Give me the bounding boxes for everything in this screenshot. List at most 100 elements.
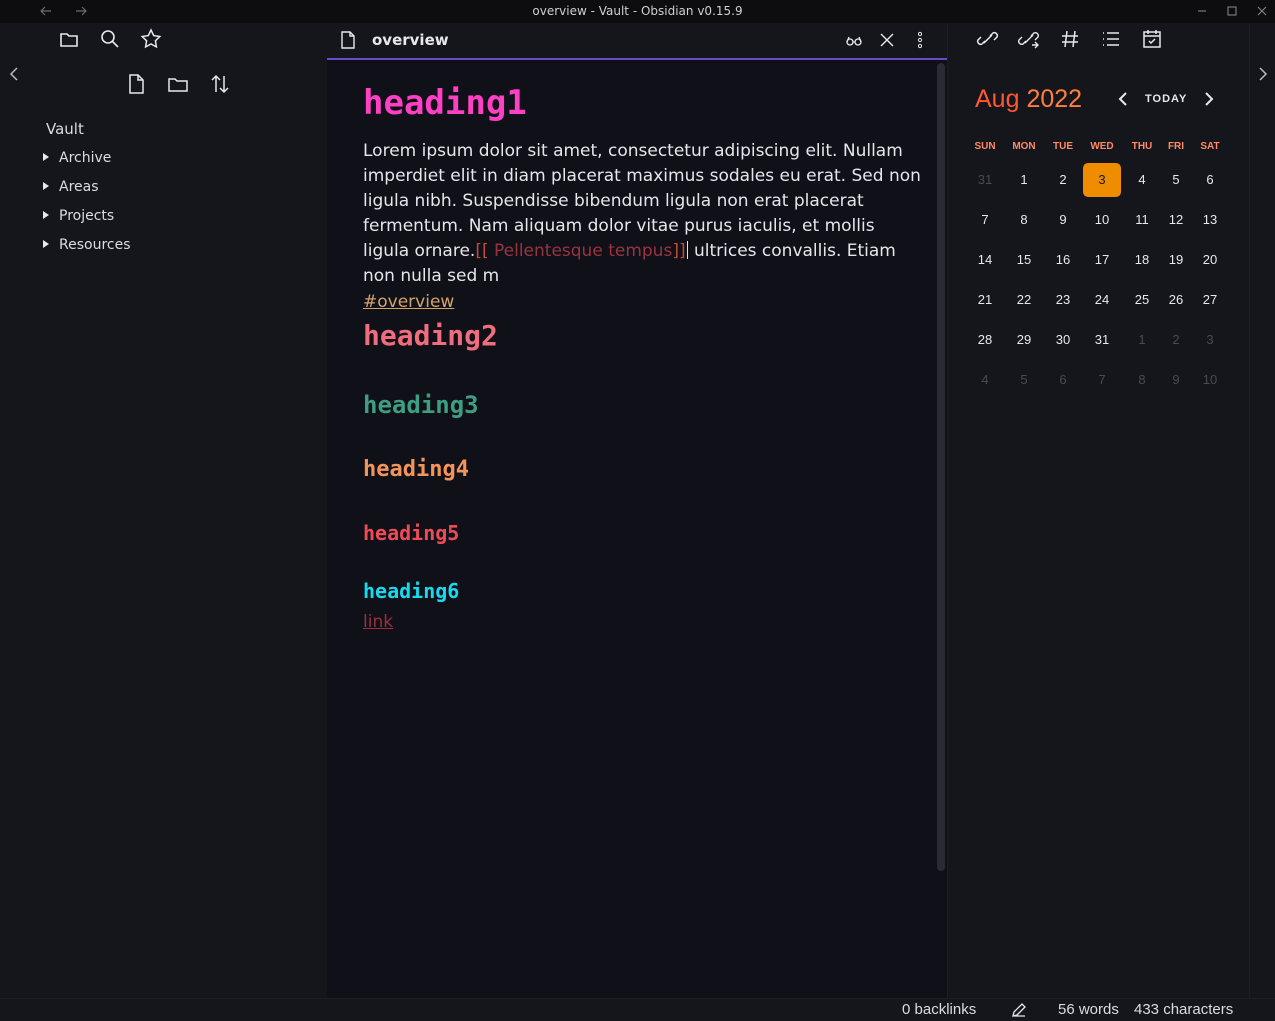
weekday-header: SAT (1200, 141, 1220, 152)
heading-4: heading4 (363, 457, 469, 482)
calendar-day[interactable]: 8 (1123, 363, 1161, 397)
calendar-day[interactable]: 15 (1005, 243, 1043, 277)
paragraph[interactable]: Lorem ipsum dolor sit amet, consectetur … (363, 139, 923, 289)
folder-label: Archive (59, 150, 112, 166)
calendar-day[interactable]: 29 (1005, 323, 1043, 357)
calendar-icon[interactable] (1140, 27, 1164, 51)
weekday-header: THU (1131, 141, 1153, 152)
calendar-day[interactable]: 17 (1083, 243, 1121, 277)
collapse-triangle-icon (43, 211, 49, 219)
calendar-day[interactable]: 19 (1157, 243, 1195, 277)
calendar-day[interactable]: 21 (966, 283, 1004, 317)
editor-tab-header: overview (327, 23, 947, 60)
tags-icon[interactable] (1058, 27, 1082, 51)
folder-item-projects[interactable]: Projects (43, 206, 114, 226)
text-cursor (686, 241, 688, 259)
more-options-icon[interactable] (909, 29, 931, 51)
backlinks-icon[interactable] (976, 27, 1000, 51)
calendar-day[interactable]: 8 (1005, 203, 1043, 237)
vault-root[interactable]: Vault (46, 119, 84, 139)
calendar-day[interactable]: 23 (1044, 283, 1082, 317)
calendar-day[interactable]: 9 (1157, 363, 1195, 397)
calendar-day[interactable]: 7 (966, 203, 1004, 237)
folder-item-resources[interactable]: Resources (43, 235, 131, 255)
wikilink-close-bracket: ]] (672, 241, 686, 261)
backlinks-count[interactable]: 0 backlinks (902, 1001, 976, 1018)
calendar-day[interactable]: 6 (1191, 163, 1229, 197)
collapse-triangle-icon (43, 153, 49, 161)
unresolved-link[interactable]: link (363, 612, 393, 632)
calendar-day[interactable]: 11 (1123, 203, 1161, 237)
calendar-day[interactable]: 2 (1157, 323, 1195, 357)
close-tab-icon[interactable] (876, 29, 898, 51)
left-ribbon (0, 23, 30, 998)
calendar-day[interactable]: 7 (1083, 363, 1121, 397)
today-button[interactable]: TODAY (1145, 93, 1187, 105)
reading-view-icon[interactable] (843, 29, 865, 51)
calendar-day[interactable]: 1 (1123, 323, 1161, 357)
collapse-triangle-icon (43, 182, 49, 190)
calendar-day[interactable]: 26 (1157, 283, 1195, 317)
calendar-day[interactable]: 5 (1157, 163, 1195, 197)
calendar-day[interactable]: 27 (1191, 283, 1229, 317)
wikilink-open-bracket: [[ (475, 241, 489, 261)
outgoing-links-icon[interactable] (1017, 27, 1041, 51)
tag-link[interactable]: #overview (363, 292, 454, 312)
minimize-icon[interactable] (1194, 3, 1210, 19)
note-title[interactable]: overview (372, 31, 449, 49)
weekday-header: MON (1012, 141, 1036, 152)
calendar-day[interactable]: 4 (1123, 163, 1161, 197)
calendar-day[interactable]: 4 (966, 363, 1004, 397)
heading-3: heading3 (363, 391, 479, 419)
collapse-right-icon[interactable] (1252, 63, 1274, 85)
calendar-day[interactable]: 5 (1005, 363, 1043, 397)
calendar-day[interactable]: 22 (1005, 283, 1043, 317)
calendar-day[interactable]: 13 (1191, 203, 1229, 237)
outline-icon[interactable] (1099, 27, 1123, 51)
calendar-day[interactable]: 10 (1191, 363, 1229, 397)
weekday-header: SUN (974, 141, 996, 152)
maximize-icon[interactable] (1224, 3, 1240, 19)
weekday-header: FRI (1167, 141, 1185, 152)
collapse-left-icon[interactable] (3, 63, 25, 85)
calendar-day[interactable]: 31 (966, 163, 1004, 197)
calendar-day[interactable]: 28 (966, 323, 1004, 357)
star-icon[interactable] (139, 27, 163, 51)
calendar-day[interactable]: 3 (1191, 323, 1229, 357)
heading-6: heading6 (363, 579, 460, 603)
calendar-day[interactable]: 20 (1191, 243, 1229, 277)
calendar-day[interactable]: 2 (1044, 163, 1082, 197)
sort-icon[interactable] (208, 72, 232, 96)
calendar-day[interactable]: 12 (1157, 203, 1195, 237)
calendar-day[interactable]: 3 (1083, 163, 1121, 197)
calendar-day[interactable]: 10 (1083, 203, 1121, 237)
folder-tab-icon[interactable] (57, 27, 81, 51)
calendar-month-year: Aug 2022 (975, 85, 1082, 114)
folder-label: Resources (59, 237, 131, 253)
heading-2: heading2 (363, 319, 498, 352)
edit-mode-icon[interactable] (1010, 1001, 1028, 1019)
editor-scrollbar[interactable] (937, 63, 945, 871)
calendar-day[interactable]: 25 (1123, 283, 1161, 317)
new-note-icon[interactable] (124, 72, 148, 96)
word-count: 56 words (1058, 1001, 1119, 1018)
folder-item-archive[interactable]: Archive (43, 148, 111, 168)
calendar-day[interactable]: 24 (1083, 283, 1121, 317)
collapse-triangle-icon (43, 240, 49, 248)
wikilink-text[interactable]: Pellentesque tempus (489, 241, 672, 261)
new-folder-icon[interactable] (166, 72, 190, 96)
calendar-day[interactable]: 16 (1044, 243, 1082, 277)
calendar-day[interactable]: 18 (1123, 243, 1161, 277)
calendar-day[interactable]: 31 (1083, 323, 1121, 357)
calendar-day[interactable]: 30 (1044, 323, 1082, 357)
next-month-icon[interactable] (1198, 89, 1218, 109)
calendar-day[interactable]: 9 (1044, 203, 1082, 237)
previous-month-icon[interactable] (1114, 89, 1134, 109)
folder-label: Projects (59, 208, 115, 224)
folder-item-areas[interactable]: Areas (43, 177, 99, 197)
calendar-day[interactable]: 6 (1044, 363, 1082, 397)
close-window-icon[interactable] (1254, 3, 1270, 19)
search-icon[interactable] (98, 27, 122, 51)
calendar-day[interactable]: 1 (1005, 163, 1043, 197)
calendar-day[interactable]: 14 (966, 243, 1004, 277)
